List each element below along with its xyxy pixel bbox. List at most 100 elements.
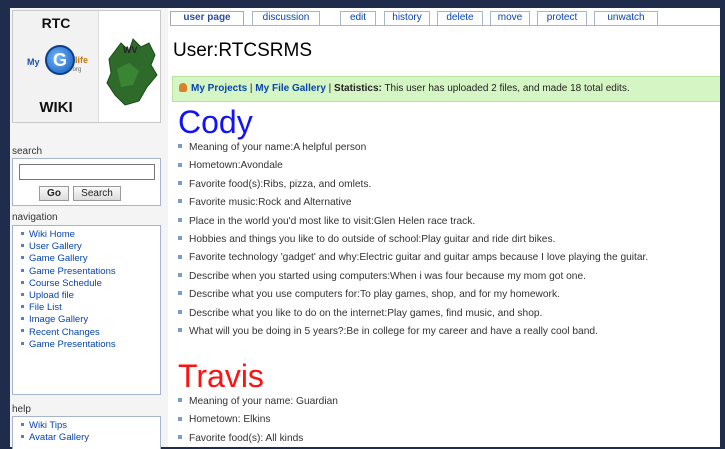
bullet-icon (21, 329, 24, 333)
profile-fact: Favorite food(s): All kinds (178, 430, 720, 447)
profile-fact-text: Meaning of your name: Guardian (189, 396, 338, 407)
profile-fact-text: Describe when you started using computer… (189, 270, 586, 282)
profile-fact: Place in the world you'd most like to vi… (178, 213, 720, 231)
bullet-icon (21, 435, 24, 439)
my-projects-link[interactable]: My Projects (191, 83, 247, 94)
tab-user-page[interactable]: user page (170, 11, 244, 25)
sidebar-link[interactable]: Recent Changes (21, 327, 160, 339)
tab-unwatch[interactable]: unwatch (594, 11, 658, 25)
profile-fact: Favorite music:Rock and Alternative (178, 194, 720, 212)
sidebar-link-label: File List (29, 302, 62, 314)
statistics-text: This user has uploaded 2 files, and made… (381, 83, 630, 94)
profile-fact: Meaning of your name:A helpful person (178, 139, 720, 157)
user-stats-bar: My Projects | My File Gallery | Statisti… (172, 76, 720, 102)
sidebar-link[interactable]: Upload file (21, 290, 160, 302)
sidebar-link-label: Game Gallery (29, 253, 88, 265)
bullet-icon (21, 268, 24, 272)
logo-text-wiki: WIKI (39, 99, 73, 116)
sidebar-link[interactable]: File List (21, 302, 160, 314)
sidebar-link-label: Game Presentations (29, 338, 116, 350)
sidebar-link-label: Avatar Gallery (29, 432, 90, 444)
bullet-icon (178, 416, 182, 421)
bullet-icon (178, 144, 182, 149)
bullet-icon (178, 217, 182, 222)
tab-protect[interactable]: protect (537, 11, 587, 25)
sidebar-link[interactable]: Game Gallery (21, 253, 160, 265)
profile-fact: Hometown: Elkins (178, 411, 720, 429)
bullet-icon (21, 305, 24, 309)
profile-fact-text: Hobbies and things you like to do outsid… (189, 233, 556, 245)
profile-fact-text: Hometown:Avondale (189, 160, 283, 172)
profile-fact: Describe what you like to do on the inte… (178, 305, 720, 323)
sidebar-link[interactable]: Wiki Home (21, 229, 160, 241)
bullet-icon (178, 435, 182, 440)
profile-fact-text: Favorite technology 'gadget' and why:Ele… (189, 252, 649, 264)
sidebar-link[interactable]: Avatar Gallery (21, 432, 160, 444)
profile-fact: Describe what you use computers for:To p… (178, 286, 720, 304)
help-box: Wiki Tips Avatar Gallery (12, 416, 161, 449)
logo-text-life: life (75, 55, 89, 65)
my-file-gallery-link[interactable]: My File Gallery (255, 83, 326, 94)
bullet-icon (178, 162, 182, 167)
search-button[interactable]: Search (73, 186, 121, 201)
sidebar-link-label: Recent Changes (29, 326, 100, 338)
bullet-icon (21, 317, 24, 321)
profile-fact-text: What will you be doing in 5 years?:Be in… (189, 325, 598, 337)
sidebar-link[interactable]: Course Schedule (21, 278, 160, 290)
user-icon (179, 82, 187, 92)
bullet-icon (21, 231, 24, 235)
sidebar-link-label: User Gallery (29, 241, 82, 253)
profile-fact: What will you be doing in 5 years?:Be in… (178, 323, 720, 341)
profile-fact-text: Meaning of your name:A helpful person (189, 142, 367, 153)
sidebar-link[interactable]: Game Presentations (21, 266, 160, 278)
profile-fact-text: Favorite food(s): All kinds (189, 432, 304, 444)
bullet-icon (178, 273, 182, 278)
tab-move[interactable]: move (490, 11, 530, 25)
profile-fact: Hometown:Avondale (178, 157, 720, 175)
sidebar-link-label: Wiki Tips (29, 420, 67, 431)
logo-text-my: My (27, 57, 40, 67)
logo-text-rtc: RTC (41, 15, 71, 31)
tab-history[interactable]: history (384, 11, 430, 25)
bullet-icon (178, 236, 182, 241)
navigation-section-label: navigation (12, 212, 58, 223)
sidebar-link-label: Course Schedule (29, 277, 102, 289)
west-virginia-map-icon (106, 38, 158, 106)
logo-card: RTC My G life .org WIKI (13, 11, 99, 122)
sidebar-link-label: Game Presentations (29, 265, 116, 277)
profile-facts-cody: Meaning of your name:A helpful person Hom… (178, 139, 720, 341)
bullet-icon (21, 341, 24, 345)
sidebar-link[interactable]: Wiki Tips (21, 420, 160, 432)
navigation-list: Wiki Home User Gallery Game Gallery Game Pr… (13, 226, 160, 351)
sidebar-link[interactable]: User Gallery (21, 241, 160, 253)
window-frame-top (0, 0, 725, 8)
help-section-label: help (12, 404, 31, 415)
bullet-icon (178, 398, 182, 403)
search-box: Go Search (12, 158, 161, 206)
profile-fact: Describe when you started using computer… (178, 268, 720, 286)
profile-fact-text: Place in the world you'd most like to vi… (189, 215, 476, 227)
sidebar-link[interactable]: Game Presentations (21, 339, 160, 351)
go-button[interactable]: Go (39, 186, 69, 201)
stats-separator: | (325, 83, 335, 94)
person-heading-cody: Cody (178, 104, 253, 140)
sidebar-link[interactable]: Image Gallery (21, 314, 160, 326)
site-logo[interactable]: RTC My G life .org WIKI WV (12, 10, 161, 123)
page-title: User:RTCSRMS (173, 40, 312, 61)
sidebar-link-label: Wiki Home (29, 229, 75, 240)
bullet-icon (21, 280, 24, 284)
bullet-icon (21, 256, 24, 260)
tab-discussion[interactable]: discussion (252, 11, 320, 25)
navigation-box: Wiki Home User Gallery Game Gallery Game Pr… (12, 225, 161, 395)
profile-fact: Meaning of your name: Guardian (178, 393, 720, 411)
help-list: Wiki Tips Avatar Gallery (13, 417, 160, 444)
sidebar-link-label: Image Gallery (29, 314, 89, 326)
tab-delete[interactable]: delete (437, 11, 483, 25)
profile-fact-text: Favorite music:Rock and Alternative (189, 197, 352, 209)
tab-edit[interactable]: edit (340, 11, 376, 25)
search-input[interactable] (19, 164, 155, 180)
profile-fact: Favorite technology 'gadget' and why:Ele… (178, 249, 720, 267)
profile-fact-text: Describe what you like to do on the inte… (189, 307, 543, 319)
profile-fact-text: Hometown: Elkins (189, 414, 271, 426)
main-content: User:RTCSRMS My Projects | My File Galle… (168, 26, 720, 447)
